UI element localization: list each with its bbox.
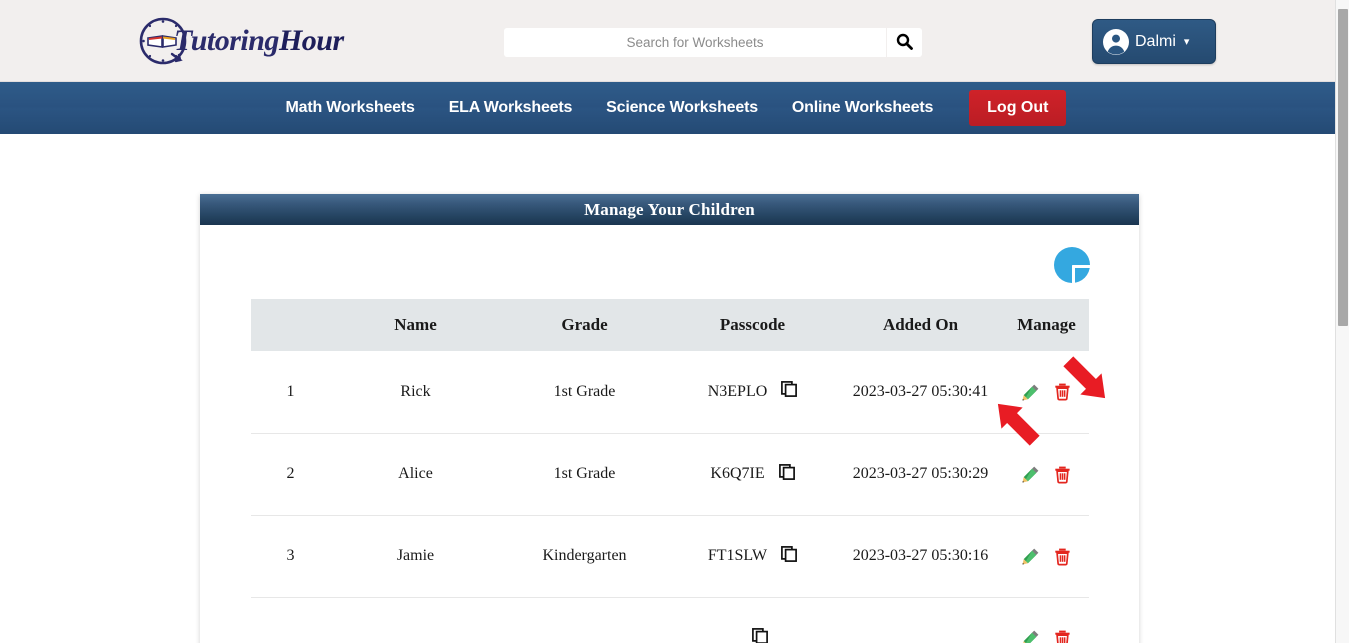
table-row: 2 Alice 1st Grade K6Q7IE 2023-03-27 05:3… [250,433,1089,516]
site-header: TutoringHour Dalmi [0,0,1335,82]
pencil-icon [1021,384,1041,405]
user-name-label: Dalmi [1135,32,1176,50]
column-header-index [251,299,331,351]
cell-manage [1004,597,1089,643]
table-row: 1 Rick 1st Grade N3EPLO 2023-03-27 05:30… [250,351,1089,434]
passcode-value: K6Q7IE [710,465,765,482]
trash-icon [1053,466,1072,487]
table-row: 3 Jamie Kindergarten FT1SLW 2023-03-27 0… [250,515,1089,598]
page-root: TutoringHour Dalmi [0,0,1349,643]
copy-icon[interactable] [781,545,798,567]
delete-icon-row-2[interactable] [1053,465,1072,484]
trash-icon [1053,630,1072,643]
copy-icon[interactable] [781,381,798,402]
trash-icon [1053,548,1072,569]
cell-passcode [668,597,837,643]
card-body: Name Grade Passcode Added On Manage 1 Ri… [200,225,1139,643]
copy-icon[interactable] [778,463,795,485]
pencil-icon [1021,548,1041,569]
search-icon [896,33,913,53]
passcode-value: FT1SLW [707,547,768,564]
column-header-manage: Manage [1017,315,1076,334]
logout-button[interactable]: Log Out [969,90,1067,126]
copy-icon[interactable] [751,627,768,643]
cell-grade: 1st Grade [500,351,669,434]
edit-icon-row-1[interactable] [1021,382,1041,402]
table-header-row: Name Grade Passcode Added On Manage [250,299,1089,351]
vertical-scrollbar[interactable] [1335,0,1349,643]
cell-passcode: FT1SLW [668,515,837,598]
clock-book-logo-icon [136,14,190,68]
cell-name: Rick [330,351,501,434]
delete-icon-row-4[interactable] [1053,629,1072,643]
column-header-added-on: Added On [882,315,959,334]
cell-added-on [836,597,1005,643]
delete-icon-row-1[interactable] [1053,382,1072,401]
passcode-value: N3EPLO [707,382,768,400]
search-bar [504,28,922,57]
pencil-icon [1021,466,1041,487]
cell-index: 3 [250,515,331,598]
main-navigation: Math Worksheets ELA Worksheets Science W… [0,82,1335,134]
card-header: Manage Your Children [200,194,1139,225]
cell-index: 1 [250,351,331,434]
trash-icon [1053,383,1072,404]
add-child-button[interactable] [1054,247,1091,284]
logo-text-accent: Hour [278,24,344,57]
search-button[interactable] [886,28,922,57]
cell-grade: Kindergarten [500,515,669,598]
scrollbar-thumb[interactable] [1338,9,1348,326]
page-title: Manage Your Children [584,199,755,219]
cell-added-on: 2023-03-27 05:30:16 [836,515,1005,598]
cell-grade [500,597,669,643]
column-header-passcode: Passcode [719,315,786,334]
cell-passcode: N3EPLO [668,351,837,434]
delete-icon-row-3[interactable] [1053,547,1072,566]
chevron-down-icon: ▾ [1183,36,1190,48]
table-row [250,597,1089,643]
table-body: 1 Rick 1st Grade N3EPLO 2023-03-27 05:30… [250,351,1089,643]
cell-added-on: 2023-03-27 05:30:41 [836,351,1005,434]
cell-name: Jamie [330,515,501,598]
cell-grade: 1st Grade [500,433,669,516]
nav-item-online-worksheets[interactable]: Online Worksheets [775,99,950,117]
edit-icon-row-2[interactable] [1021,464,1041,484]
pencil-icon [1021,630,1041,643]
nav-item-math-worksheets[interactable]: Math Worksheets [269,99,432,117]
edit-icon-row-3[interactable] [1021,546,1041,566]
site-logo[interactable]: TutoringHour [136,13,344,69]
search-input[interactable] [504,28,886,57]
add-child-row [200,243,1139,299]
cell-index: 2 [250,433,331,516]
edit-icon-row-4[interactable] [1021,628,1041,643]
cell-added-on: 2023-03-27 05:30:29 [836,433,1005,516]
user-menu-button[interactable]: Dalmi ▾ [1092,19,1216,64]
column-header-grade: Grade [561,315,608,334]
user-circle-icon [1103,28,1129,55]
column-header-name: Name [394,315,437,334]
cell-manage [1004,351,1089,434]
cell-passcode: K6Q7IE [668,433,837,516]
cell-name [330,597,501,643]
logo-text: TutoringHour [174,24,344,58]
cell-manage [1004,515,1089,598]
cell-index [250,597,331,643]
table-head: Name Grade Passcode Added On Manage [250,299,1089,351]
cell-manage [1004,433,1089,516]
manage-children-card: Manage Your Children Name Grade Passcode [200,194,1139,643]
cell-name: Alice [330,433,501,516]
nav-item-science-worksheets[interactable]: Science Worksheets [589,99,775,117]
children-table: Name Grade Passcode Added On Manage 1 Ri… [250,299,1089,643]
nav-item-ela-worksheets[interactable]: ELA Worksheets [432,99,589,117]
